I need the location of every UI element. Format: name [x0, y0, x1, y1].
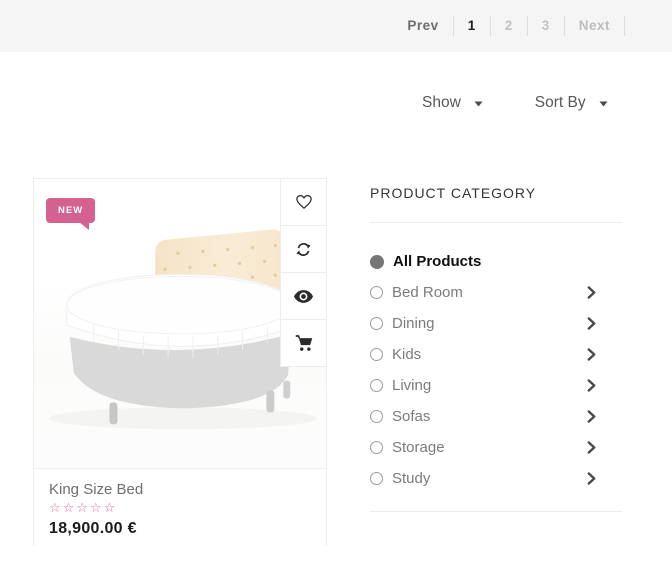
category-item-living[interactable]: Living [370, 370, 622, 401]
category-item-all-products[interactable]: All Products [370, 246, 622, 277]
chevron-right-icon[interactable] [587, 410, 596, 423]
category-label: Kids [392, 346, 421, 363]
pagination: Prev 123 Next [393, 16, 625, 36]
radio-icon[interactable] [370, 286, 383, 299]
category-label: Sofas [392, 408, 430, 425]
pagination-page-3[interactable]: 3 [528, 16, 565, 36]
radio-icon[interactable] [370, 379, 383, 392]
pagination-page-2[interactable]: 2 [491, 16, 528, 36]
category-item-study[interactable]: Study [370, 463, 622, 494]
product-info: King Size Bed ☆☆☆☆☆ 18,900.00 € [34, 468, 326, 547]
category-label: All Products [393, 253, 481, 270]
chevron-right-icon[interactable] [587, 317, 596, 330]
eye-icon [294, 290, 313, 303]
refresh-icon [295, 241, 312, 258]
chevron-right-icon[interactable] [587, 441, 596, 454]
sidebar-title: PRODUCT CATEGORY [370, 185, 622, 201]
new-badge: NEW [46, 198, 95, 223]
show-dropdown[interactable]: Show [422, 94, 483, 112]
radio-icon[interactable] [370, 317, 383, 330]
radio-icon[interactable] [370, 410, 383, 423]
show-dropdown-label: Show [422, 94, 461, 112]
radio-icon[interactable] [370, 472, 383, 485]
category-item-dining[interactable]: Dining [370, 308, 622, 339]
heart-icon [295, 194, 313, 210]
category-item-storage[interactable]: Storage [370, 432, 622, 463]
category-item-sofas[interactable]: Sofas [370, 401, 622, 432]
chevron-right-icon[interactable] [587, 379, 596, 392]
category-label: Study [392, 470, 430, 487]
category-label: Living [392, 377, 431, 394]
compare-button[interactable] [280, 226, 326, 273]
pagination-page-1[interactable]: 1 [454, 16, 491, 36]
chevron-right-icon[interactable] [587, 286, 596, 299]
sort-by-dropdown-label: Sort By [535, 94, 586, 112]
quick-view-button[interactable] [280, 273, 326, 320]
product-image[interactable]: NEW [34, 179, 326, 468]
wishlist-button[interactable] [280, 179, 326, 226]
divider [370, 222, 622, 223]
chevron-right-icon[interactable] [587, 472, 596, 485]
add-to-cart-button[interactable] [280, 320, 326, 367]
rating-stars: ☆☆☆☆☆ [49, 502, 311, 516]
category-item-kids[interactable]: Kids [370, 339, 622, 370]
caret-down-icon [474, 101, 483, 107]
category-item-bed-room[interactable]: Bed Room [370, 277, 622, 308]
chevron-right-icon[interactable] [587, 348, 596, 361]
page: Prev 123 Next Show Sort By NEW [0, 0, 672, 569]
topbar: Prev 123 Next [0, 0, 672, 52]
radio-selected-icon[interactable] [370, 255, 384, 269]
caret-down-icon [599, 101, 608, 107]
toolbar: Show Sort By [422, 94, 608, 112]
product-price: 18,900.00 € [49, 520, 311, 538]
pagination-prev[interactable]: Prev [393, 16, 453, 36]
product-actions [280, 179, 326, 367]
category-label: Storage [392, 439, 445, 456]
category-list: All Products Bed Room Dining Kids Living Sofa… [370, 246, 622, 494]
cart-icon [295, 335, 313, 352]
radio-icon[interactable] [370, 441, 383, 454]
radio-icon[interactable] [370, 348, 383, 361]
category-label: Dining [392, 315, 435, 332]
product-title[interactable]: King Size Bed [49, 481, 311, 498]
pagination-next[interactable]: Next [565, 16, 625, 36]
sort-by-dropdown[interactable]: Sort By [535, 94, 608, 112]
product-card[interactable]: NEW [33, 178, 327, 546]
divider [370, 511, 622, 512]
category-label: Bed Room [392, 284, 463, 301]
category-sidebar: PRODUCT CATEGORY All Products Bed Room Din… [370, 185, 622, 512]
